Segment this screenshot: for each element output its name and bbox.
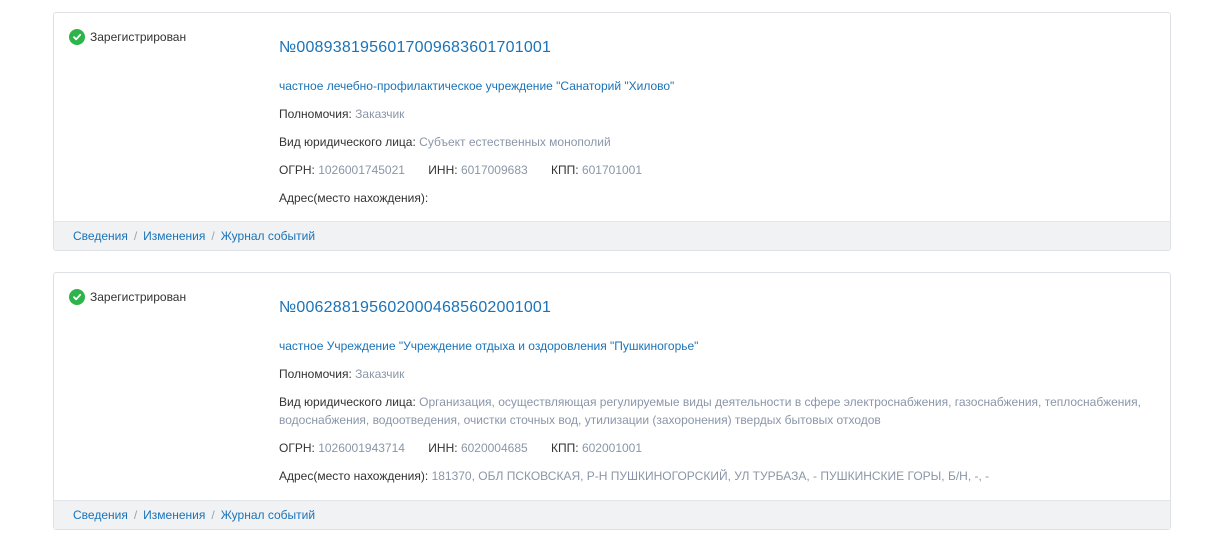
registry-number-link[interactable]: №0089381956017009683601701001 bbox=[279, 37, 1156, 59]
kpp-value: 602001001 bbox=[581, 441, 643, 455]
entity-type-label: Вид юридического лица: bbox=[279, 395, 416, 409]
authority-label: Полномочия: bbox=[279, 107, 352, 121]
authority-label: Полномочия: bbox=[279, 367, 352, 381]
link-changes[interactable]: Изменения bbox=[143, 508, 205, 522]
ogrn-label: ОГРН: bbox=[279, 441, 315, 455]
entity-type-row: Вид юридического лица: Субъект естествен… bbox=[279, 133, 1156, 151]
registry-number-link[interactable]: №0062881956020004685602001001 bbox=[279, 297, 1156, 319]
ogrn-value: 1026001745021 bbox=[318, 163, 405, 177]
address-label: Адрес(место нахождения): bbox=[279, 191, 429, 205]
authority-value: Заказчик bbox=[355, 107, 405, 121]
link-changes[interactable]: Изменения bbox=[143, 229, 205, 243]
ogrn-value: 1026001943714 bbox=[318, 441, 405, 455]
link-details[interactable]: Сведения bbox=[73, 229, 128, 243]
kpp-value: 601701001 bbox=[581, 163, 643, 177]
kpp-label: КПП: bbox=[551, 163, 579, 177]
card-footer-nav: Сведения / Изменения / Журнал событий bbox=[54, 221, 1170, 250]
address-value: 181370, ОБЛ ПСКОВСКАЯ, Р-Н ПУШКИНОГОРСКИ… bbox=[431, 469, 990, 483]
status-indicator: Зарегистрирован bbox=[69, 289, 186, 305]
codes-row: ОГРН: 1026001943714 ИНН: 6020004685 КПП:… bbox=[279, 439, 1156, 457]
inn-label: ИНН: bbox=[428, 441, 458, 455]
status-label: Зарегистрирован bbox=[90, 30, 187, 44]
status-label: Зарегистрирован bbox=[90, 290, 187, 304]
inn-label: ИНН: bbox=[428, 163, 458, 177]
kpp-label: КПП: bbox=[551, 441, 579, 455]
breadcrumb-separator: / bbox=[211, 508, 215, 522]
authority-row: Полномочия: Заказчик bbox=[279, 365, 1156, 383]
org-name-link[interactable]: частное Учреждение "Учреждение отдыха и … bbox=[279, 338, 1156, 354]
card-footer-nav: Сведения / Изменения / Журнал событий bbox=[54, 500, 1170, 529]
authority-value: Заказчик bbox=[355, 367, 405, 381]
breadcrumb-separator: / bbox=[133, 229, 138, 243]
address-row: Адрес(место нахождения): 181370, ОБЛ ПСК… bbox=[279, 467, 1156, 485]
org-name-link[interactable]: частное лечебно-профилактическое учрежде… bbox=[279, 78, 1156, 94]
entity-type-value: Субъект естественных монополий bbox=[419, 135, 611, 149]
entity-type-label: Вид юридического лица: bbox=[279, 135, 416, 149]
address-row: Адрес(место нахождения): bbox=[279, 189, 1156, 207]
authority-row: Полномочия: Заказчик bbox=[279, 105, 1156, 123]
status-indicator: Зарегистрирован bbox=[69, 29, 186, 45]
registry-card: Зарегистрирован №00893819560170096836017… bbox=[53, 12, 1171, 251]
link-event-log[interactable]: Журнал событий bbox=[221, 508, 315, 522]
inn-value: 6020004685 bbox=[460, 441, 528, 455]
link-details[interactable]: Сведения bbox=[73, 508, 128, 522]
inn-value: 6017009683 bbox=[460, 163, 528, 177]
ogrn-label: ОГРН: bbox=[279, 163, 315, 177]
link-event-log[interactable]: Журнал событий bbox=[221, 229, 315, 243]
breadcrumb-separator: / bbox=[211, 229, 215, 243]
codes-row: ОГРН: 1026001745021 ИНН: 6017009683 КПП:… bbox=[279, 161, 1156, 179]
check-circle-icon bbox=[69, 289, 85, 305]
address-label: Адрес(место нахождения): bbox=[279, 469, 429, 483]
entity-type-row: Вид юридического лица: Организация, осущ… bbox=[279, 393, 1156, 429]
registry-card: Зарегистрирован №00628819560200046856020… bbox=[53, 272, 1171, 530]
breadcrumb-separator: / bbox=[133, 508, 138, 522]
check-circle-icon bbox=[69, 29, 85, 45]
